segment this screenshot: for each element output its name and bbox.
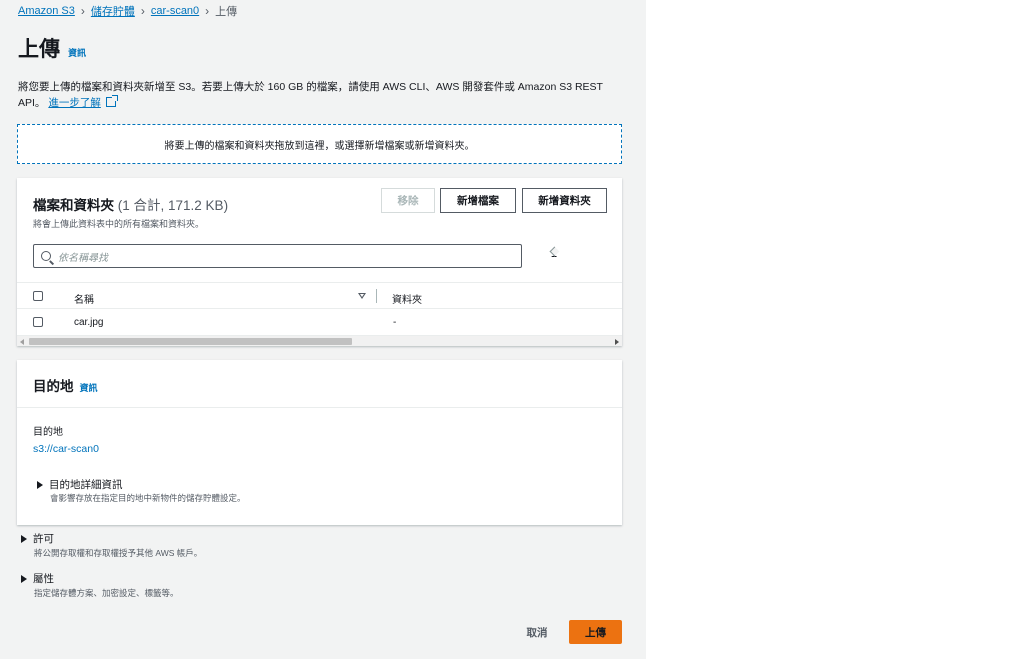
add-files-button[interactable]: 新增檔案 xyxy=(440,188,516,213)
column-header-folder[interactable]: 資料夾 xyxy=(392,291,422,306)
destination-details-expander[interactable]: 目的地詳細資訊 xyxy=(37,477,123,492)
search-input[interactable]: 依名稱尋找 xyxy=(33,244,522,268)
remove-button[interactable]: 移除 xyxy=(381,188,435,213)
select-all-checkbox[interactable] xyxy=(33,291,43,301)
breadcrumb-buckets[interactable]: 儲存貯體 xyxy=(91,3,135,19)
page-title-text: 上傳 xyxy=(18,38,60,61)
dropzone-text: 將要上傳的檔案和資料夾拖放到這裡，或選擇新增檔案或新增資料夾。 xyxy=(164,140,475,152)
destination-title-text: 目的地 xyxy=(33,379,74,394)
sort-icon[interactable] xyxy=(358,293,366,299)
properties-desc: 指定儲存體方案、加密設定、標籤等。 xyxy=(34,588,179,598)
destination-value[interactable]: s3://car-scan0 xyxy=(33,443,99,455)
breadcrumb-current: 上傳 xyxy=(215,6,238,18)
destination-details-title: 目的地詳細資訊 xyxy=(49,479,123,491)
column-header-name[interactable]: 名稱 xyxy=(74,291,94,306)
breadcrumb: Amazon S3 › 儲存貯體 › car-scan0 › 上傳 xyxy=(18,3,237,19)
properties-title: 屬性 xyxy=(33,573,54,585)
destination-header: 目的地 資訊 xyxy=(17,360,622,408)
files-panel-subtitle: 將會上傳此資料表中的所有檔案和資料夾。 xyxy=(33,219,205,229)
properties-expander[interactable]: 屬性 xyxy=(21,571,54,586)
breadcrumb-bucket-name[interactable]: car-scan0 xyxy=(151,5,199,17)
pagination: 1 xyxy=(549,246,560,260)
chevron-right-icon: › xyxy=(205,4,210,18)
caret-right-icon xyxy=(21,534,27,543)
caret-right-icon xyxy=(21,574,27,583)
files-panel-title: 檔案和資料夾 (1 合計, 171.2 KB) xyxy=(33,194,228,214)
main-content: Amazon S3 › 儲存貯體 › car-scan0 › 上傳 上傳 資訊 … xyxy=(0,0,646,659)
chevron-right-icon: › xyxy=(140,4,145,18)
file-folder: - xyxy=(393,317,397,328)
permissions-desc: 將公開存取權和存取權授予其他 AWS 帳戶。 xyxy=(34,548,203,558)
column-divider[interactable] xyxy=(376,289,377,303)
page-title: 上傳 資訊 xyxy=(18,33,86,63)
learn-more-link[interactable]: 進一步了解 xyxy=(48,97,101,109)
scroll-right-icon[interactable] xyxy=(615,339,619,345)
search-placeholder: 依名稱尋找 xyxy=(58,252,108,264)
row-checkbox[interactable] xyxy=(33,317,43,327)
page-description: 將您要上傳的檔案和資料夾新增至 S3。若要上傳大於 160 GB 的檔案，請使用… xyxy=(18,79,618,111)
files-count: (1 合計, 171.2 KB) xyxy=(117,198,229,213)
chevron-right-icon: › xyxy=(80,4,85,18)
breadcrumb-amazon-s3[interactable]: Amazon S3 xyxy=(18,5,75,17)
destination-label: 目的地 xyxy=(33,427,63,438)
cancel-button[interactable]: 取消 xyxy=(517,620,557,644)
destination-details-desc: 會影響存放在指定目的地中新物件的儲存貯體設定。 xyxy=(50,493,246,503)
table-header: 名稱 資料夾 xyxy=(17,282,622,309)
file-dropzone[interactable]: 將要上傳的檔案和資料夾拖放到這裡，或選擇新增檔案或新增資料夾。 xyxy=(17,124,622,164)
page-info-link[interactable]: 資訊 xyxy=(68,46,86,59)
files-panel-title-text: 檔案和資料夾 xyxy=(33,198,114,213)
destination-info-link[interactable]: 資訊 xyxy=(80,381,98,394)
destination-panel: 目的地 資訊 目的地 s3://car-scan0 目的地詳細資訊 會影響存放在… xyxy=(17,360,622,525)
destination-title: 目的地 資訊 xyxy=(33,375,98,395)
upload-button[interactable]: 上傳 xyxy=(569,620,622,644)
search-icon xyxy=(41,251,51,261)
external-link-icon xyxy=(105,95,118,107)
horizontal-scrollbar[interactable] xyxy=(17,335,622,346)
scroll-left-icon[interactable] xyxy=(20,339,24,345)
table-row: car.jpg - xyxy=(17,311,622,335)
file-name: car.jpg xyxy=(74,317,104,328)
files-panel: 檔案和資料夾 (1 合計, 171.2 KB) 將會上傳此資料表中的所有檔案和資… xyxy=(17,178,622,346)
caret-right-icon xyxy=(37,480,43,489)
permissions-expander[interactable]: 許可 xyxy=(21,531,54,546)
permissions-title: 許可 xyxy=(33,533,54,545)
blank-area xyxy=(646,0,1024,659)
scrollbar-thumb[interactable] xyxy=(29,338,352,345)
add-folder-button[interactable]: 新增資料夾 xyxy=(522,188,607,213)
